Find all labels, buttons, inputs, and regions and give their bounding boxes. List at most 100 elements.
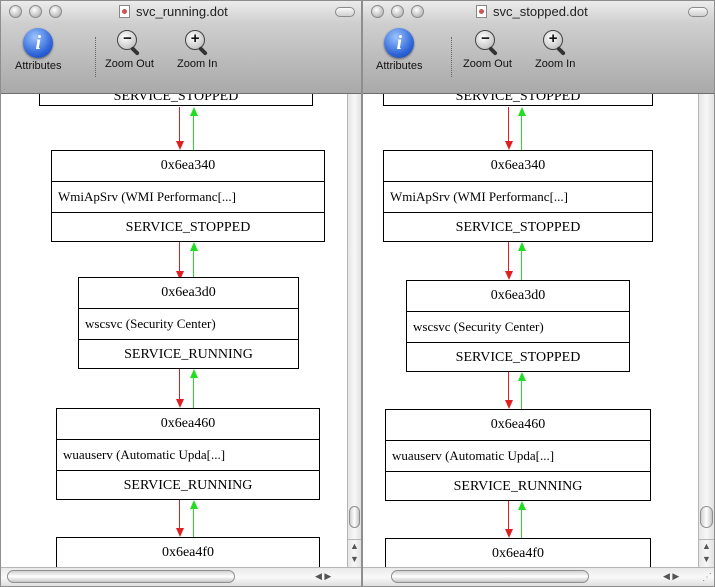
dot-document-icon [476,5,487,18]
window-title-text: svc_stopped.dot [493,4,588,19]
node-state: SERVICE_STOPPED [455,94,581,104]
node-address: 0x6ea340 [384,151,652,182]
prev-edge-arrow [190,369,198,408]
next-edge-arrow [176,369,184,408]
scroll-arrows[interactable]: ▲ ▼ [699,539,714,568]
window-title: svc_running.dot [119,4,228,19]
node-service-name: wuauserv (Automatic Upda[...] [386,441,650,472]
zoom-in-button[interactable]: + Zoom In [535,28,575,70]
next-edge-arrow [176,500,184,537]
node-state: SERVICE_RUNNING [123,478,253,493]
prev-edge-arrow [190,500,198,537]
next-edge-arrow [505,372,513,409]
prev-edge-arrow [518,372,526,409]
node-address: 0x6ea3d0 [407,281,629,312]
prev-edge-arrow [190,242,198,280]
title-bar[interactable]: svc_running.dot [1,1,361,24]
next-edge-arrow [505,242,513,280]
zoom-out-button[interactable]: − Zoom Out [463,28,512,70]
scroll-arrows[interactable]: ▲ ▼ [348,539,361,568]
node-address: 0x6ea4f0 [386,539,650,568]
graph-node-partial[interactable]: 0x6ea4f0 [385,538,651,568]
toolbar: i Attributes − Zoom Out + Zoom In [363,23,714,94]
prev-edge-arrow [518,107,526,150]
zoom-in-label: Zoom In [535,58,576,70]
toolbar-toggle-button[interactable] [688,7,708,17]
horizontal-scrollbar[interactable]: ◀ ▶ [1,567,361,586]
node-address: 0x6ea340 [52,151,324,182]
graph-canvas[interactable]: SERVICE_STOPPED 0x6ea340 WmiApSrv (WMI P… [1,94,348,568]
graph-node[interactable]: 0x6ea460 wuauserv (Automatic Upda[...] S… [385,409,651,501]
attributes-button[interactable]: i Attributes [376,28,422,72]
vertical-scrollbar[interactable]: ▲ ▼ [347,94,361,568]
zoom-window-button[interactable] [49,5,62,18]
attributes-label: Attributes [15,60,62,72]
zoom-out-label: Zoom Out [463,58,512,70]
zoom-out-button[interactable]: − Zoom Out [105,28,154,70]
node-service-name: wscsvc (Security Center) [79,309,298,340]
zoom-out-label: Zoom Out [105,58,154,70]
minimize-window-button[interactable] [391,5,404,18]
node-address: 0x6ea4f0 [57,538,319,568]
node-service-name: WmiApSrv (WMI Performanc[...] [384,182,652,213]
window-title-text: svc_running.dot [136,4,228,19]
window-svc-stopped: svc_stopped.dot i Attributes − Zoom Out … [362,0,715,587]
close-window-button[interactable] [9,5,22,18]
node-state: SERVICE_RUNNING [124,347,253,362]
graph-node-partial[interactable]: SERVICE_STOPPED [39,94,313,106]
node-state: SERVICE_STOPPED [125,220,251,235]
zoom-out-icon: − [116,30,142,56]
window-svc-running: svc_running.dot i Attributes − Zoom Out … [0,0,362,587]
vertical-scroll-thumb[interactable] [349,506,360,528]
graph-node[interactable]: 0x6ea340 WmiApSrv (WMI Performanc[...] S… [51,150,325,242]
toolbar-toggle-button[interactable] [335,7,355,17]
prev-edge-arrow [518,242,526,280]
zoom-in-button[interactable]: + Zoom In [177,28,217,70]
node-state: SERVICE_STOPPED [113,94,239,104]
zoom-in-icon: + [184,30,210,56]
node-state: SERVICE_STOPPED [455,220,581,235]
graph-node[interactable]: 0x6ea460 wuauserv (Automatic Upda[...] S… [56,408,320,500]
graph-node[interactable]: 0x6ea3d0 wscsvc (Security Center) SERVIC… [78,277,299,369]
info-icon: i [23,28,54,58]
prev-edge-arrow [518,501,526,538]
vertical-scrollbar[interactable]: ▲ ▼ [698,94,714,568]
title-bar[interactable]: svc_stopped.dot [363,1,714,24]
prev-edge-arrow [190,107,198,150]
next-edge-arrow [505,501,513,538]
zoom-in-icon: + [542,30,568,56]
dot-document-icon [119,5,130,18]
toolbar-separator [95,37,96,77]
node-state: SERVICE_STOPPED [455,350,581,365]
minimize-window-button[interactable] [29,5,42,18]
horizontal-scrollbar[interactable]: ◀ ▶ ⋰ [363,567,714,586]
window-title: svc_stopped.dot [476,4,588,19]
zoom-out-icon: − [474,30,500,56]
node-address: 0x6ea3d0 [79,278,298,309]
attributes-button[interactable]: i Attributes [15,28,61,72]
node-service-name: WmiApSrv (WMI Performanc[...] [52,182,324,213]
attributes-label: Attributes [376,60,423,72]
horizontal-scroll-arrows[interactable]: ◀ ▶ [663,571,679,582]
graph-node-partial[interactable]: 0x6ea4f0 [56,537,320,568]
node-service-name: wscsvc (Security Center) [407,312,629,343]
graph-canvas[interactable]: SERVICE_STOPPED 0x6ea340 WmiApSrv (WMI P… [363,94,699,568]
horizontal-scroll-thumb[interactable] [391,570,589,583]
node-service-name: wuauserv (Automatic Upda[...] [57,440,319,471]
graph-node[interactable]: 0x6ea3d0 wscsvc (Security Center) SERVIC… [406,280,630,372]
next-edge-arrow [176,242,184,280]
horizontal-scroll-arrows[interactable]: ◀ ▶ [315,571,331,582]
node-address: 0x6ea460 [386,410,650,441]
node-state: SERVICE_RUNNING [453,479,583,494]
zoom-in-label: Zoom In [177,58,218,70]
toolbar-separator [451,37,452,77]
graph-node-partial[interactable]: SERVICE_STOPPED [383,94,653,106]
zoom-window-button[interactable] [411,5,424,18]
close-window-button[interactable] [371,5,384,18]
graph-node[interactable]: 0x6ea340 WmiApSrv (WMI Performanc[...] S… [383,150,653,242]
horizontal-scroll-thumb[interactable] [7,570,235,583]
toolbar: i Attributes − Zoom Out + Zoom In [1,23,361,94]
vertical-scroll-thumb[interactable] [700,506,713,528]
node-address: 0x6ea460 [57,409,319,440]
resize-grip-icon[interactable]: ⋰ [700,569,714,586]
